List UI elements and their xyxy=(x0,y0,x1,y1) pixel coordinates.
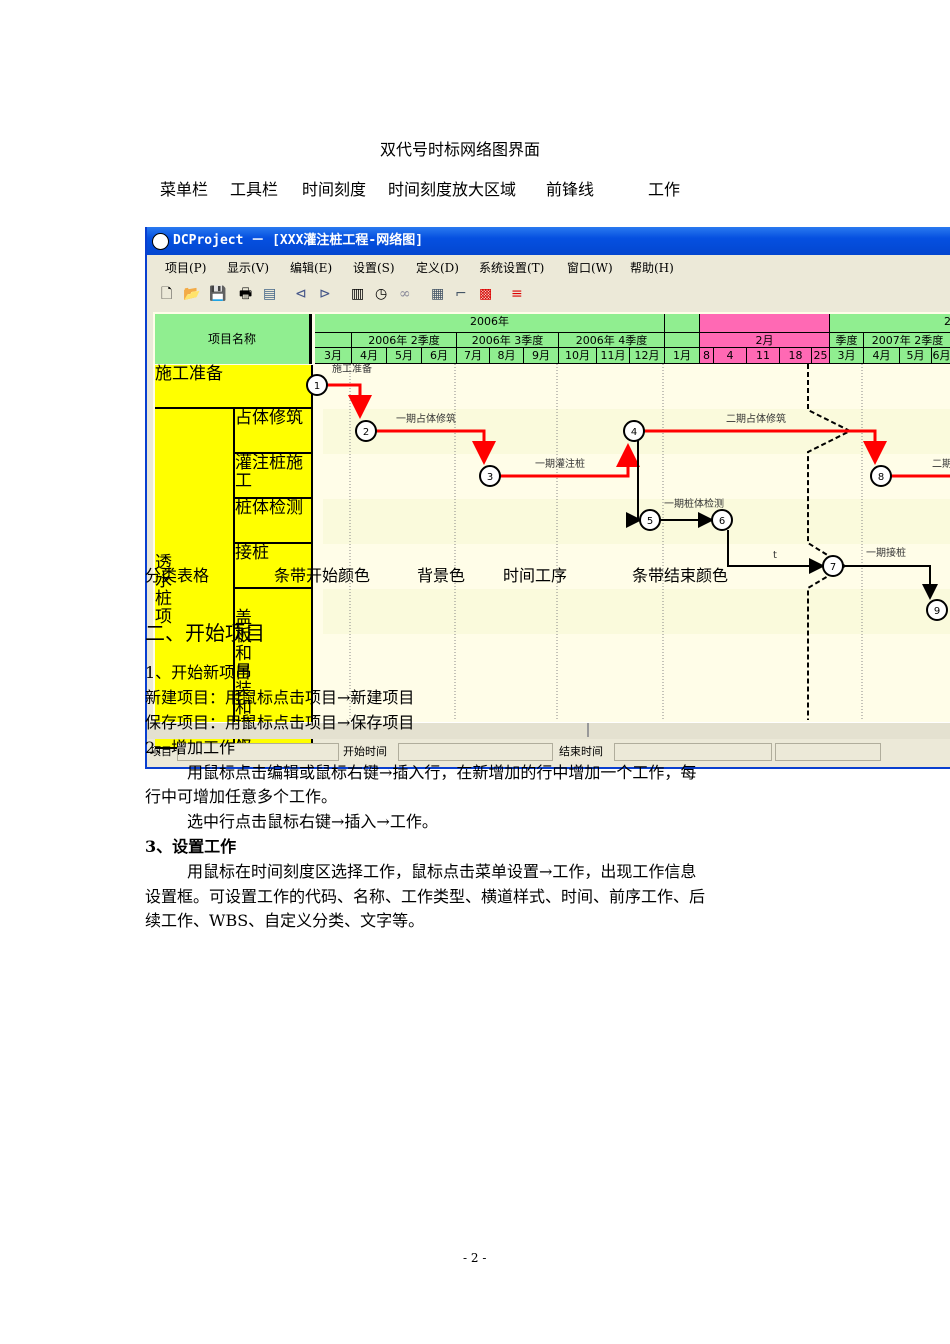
label-time-process: 时间工序 xyxy=(503,566,568,585)
node-label: 5 xyxy=(647,516,653,527)
activity-label: 一期桩体检测 xyxy=(664,497,724,510)
activity-label: 施工准备 xyxy=(332,362,372,375)
activity-label: 一期接桩 xyxy=(866,546,906,559)
label-background-color: 背景色 xyxy=(417,566,466,585)
page-number: - 2 - xyxy=(463,1251,487,1265)
activity-label: 二期占体修筑 xyxy=(726,412,786,425)
frontline xyxy=(807,364,853,720)
node-label: 4 xyxy=(631,427,637,438)
node-label: 3 xyxy=(487,472,493,483)
subheading-3: 3、设置工作 xyxy=(145,837,237,856)
label-band-end-color: 条带结束颜色 xyxy=(632,566,729,585)
paragraph: 选中行点击鼠标右键→插入→工作。 xyxy=(187,812,438,831)
activity-label: 二期 xyxy=(932,458,950,470)
text-new-project: 新建项目：用鼠标点击项目→新建项目 xyxy=(145,688,415,707)
section-heading: 二、开始项目 xyxy=(145,621,265,645)
activity-label: t xyxy=(773,550,777,561)
paragraph: 续工作、WBS、自定义分类、文字等。 xyxy=(145,911,425,930)
label-category-table: 分类表格 xyxy=(145,566,210,585)
paragraph: 设置框。可设置工作的代码、名称、工作类型、横道样式、时间、前序工作、后 xyxy=(145,887,706,906)
node-label: 1 xyxy=(314,381,320,392)
network-diagram: 施工准备 一期占体修筑 一期灌注桩 二期占体修筑 一期桩体检测 t 一期接桩 二… xyxy=(306,362,950,720)
subheading-2: 2、增加工作 xyxy=(145,738,236,757)
subheading-1: 1、开始新项目 xyxy=(145,663,252,682)
activity-label: 一期占体修筑 xyxy=(396,412,456,425)
activity-label: 一期灌注桩 xyxy=(535,457,585,470)
node-label: 8 xyxy=(878,472,884,483)
label-band-start-color: 条带开始颜色 xyxy=(274,566,371,585)
paragraph: 行中可增加任意多个工作。 xyxy=(145,787,338,806)
paragraph: 用鼠标在时间刻度区选择工作，鼠标点击菜单设置→工作，出现工作信息 xyxy=(187,862,697,881)
node-label: 2 xyxy=(363,427,369,438)
document-page: 双代号时标网络图界面 菜单栏 工具栏 时间刻度 时间刻度放大区域 前锋线 工作 … xyxy=(0,0,950,1344)
node-label: 9 xyxy=(934,606,940,617)
text-save-project: 保存项目：用鼠标点击项目→保存项目 xyxy=(145,713,415,732)
paragraph: 用鼠标点击编辑或鼠标右键→插入行，在新增加的行中增加一个工作，每 xyxy=(187,763,697,782)
node-label: 6 xyxy=(719,516,725,527)
node-label: 7 xyxy=(830,562,836,573)
